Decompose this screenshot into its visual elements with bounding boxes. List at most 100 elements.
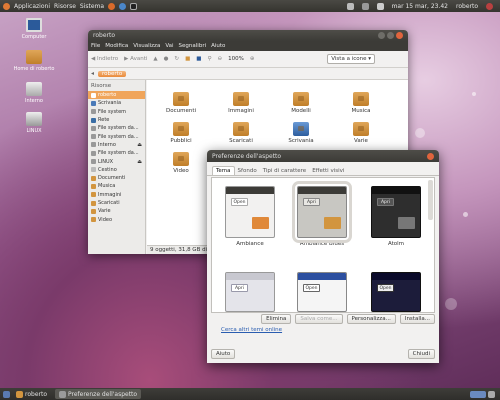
close-button[interactable]: Chiudi (407, 349, 435, 359)
stop-icon[interactable]: ● (164, 56, 169, 62)
panel-user-name[interactable]: roberto (456, 3, 478, 10)
eject-icon[interactable]: ⏏ (137, 159, 142, 165)
folder-icon (16, 390, 23, 398)
sidebar-item-filesystem[interactable]: File system (88, 108, 145, 116)
customize-button[interactable]: Personalizza... (346, 314, 396, 324)
bottom-panel: roberto Preferenze dell'aspetto (0, 388, 500, 400)
desktop-icon-linux[interactable]: LINUX (12, 112, 56, 134)
menu-modifica[interactable]: Modifica (105, 43, 128, 49)
sidebar-item-documenti[interactable]: Documenti (88, 174, 145, 182)
home-icon[interactable]: ■ (185, 56, 190, 62)
file-item-varie[interactable]: Varie (337, 122, 385, 144)
close-icon[interactable] (427, 152, 434, 160)
sidebar-item-fs2[interactable]: File system da... (88, 132, 145, 140)
back-button[interactable]: ◀ Indietro (91, 56, 118, 62)
menu-aiuto[interactable]: Aiuto (211, 43, 225, 49)
zoom-out-icon[interactable]: ⊖ (218, 56, 223, 62)
reload-icon[interactable]: ↻ (174, 56, 179, 62)
file-item-immagini[interactable]: Immagini (217, 92, 265, 114)
sidebar-item-rete[interactable]: Rete (88, 116, 145, 124)
theme-4[interactable]: Apri (220, 272, 280, 315)
menu-sistema[interactable]: Sistema (80, 3, 104, 10)
file-item-documenti[interactable]: Documenti (157, 92, 205, 114)
more-themes-link[interactable]: Cerca altri temi online (221, 327, 282, 333)
help-button[interactable]: Aiuto (211, 349, 236, 359)
file-item-musica[interactable]: Musica (337, 92, 385, 114)
power-icon[interactable] (486, 2, 493, 10)
theme-5[interactable]: Open (292, 272, 352, 315)
sidebar-item-cestino[interactable]: Cestino (88, 166, 145, 174)
volume-icon[interactable] (376, 2, 384, 10)
sidebar-item-musica[interactable]: Musica (88, 182, 145, 190)
folder-icon (233, 92, 249, 106)
menu-segnalibri[interactable]: Segnalibri (179, 43, 207, 49)
toggle-path-icon[interactable]: ◂ (91, 70, 94, 77)
sidebar-item-scrivania[interactable]: Scrivania (88, 99, 145, 107)
sidebar-item-fs1[interactable]: File system da... (88, 124, 145, 132)
clock[interactable]: mar 15 mar, 23.42 (392, 3, 448, 10)
file-item-video[interactable]: Video (157, 152, 205, 174)
places-sidebar: Risorse roberto Scrivania File system Re… (88, 80, 146, 254)
drive-icon (91, 109, 96, 115)
menu-risorse[interactable]: Risorse (54, 3, 76, 10)
window-titlebar[interactable]: roberto (88, 30, 408, 41)
dialog-titlebar[interactable]: Preferenze dell'aspetto (207, 150, 439, 162)
breadcrumb-home[interactable]: roberto (98, 70, 127, 77)
sidebar-item-immagini[interactable]: Immagini (88, 191, 145, 199)
computer-icon[interactable]: ■ (196, 56, 201, 62)
search-icon[interactable]: ⚲ (207, 56, 211, 62)
tab-tema[interactable]: Tema (212, 166, 235, 175)
trash-icon[interactable] (488, 390, 495, 398)
close-icon[interactable] (396, 32, 403, 39)
menu-file[interactable]: File (91, 43, 100, 49)
view-mode-select[interactable]: Vista a icone ▾ (327, 54, 375, 64)
drive-icon (91, 134, 96, 140)
sidebar-item-scaricati[interactable]: Scaricati (88, 199, 145, 207)
up-arrow-icon[interactable]: ▲ (153, 56, 157, 62)
mail-icon[interactable] (361, 2, 369, 10)
menu-applicazioni[interactable]: Applicazioni (14, 3, 50, 10)
theme-ambiance[interactable]: Open Ambiance (220, 186, 280, 247)
desktop-icon-home[interactable]: Home di roberto (12, 50, 56, 72)
file-item-pubblici[interactable]: Pubblici (157, 122, 205, 144)
desktop-folder-icon (293, 122, 309, 136)
maximize-icon[interactable] (387, 32, 394, 39)
sidebar-item-roberto[interactable]: roberto (88, 91, 145, 100)
show-desktop-icon[interactable] (3, 390, 10, 398)
desktop-icon-computer[interactable]: Computer (12, 18, 56, 40)
folder-icon (353, 92, 369, 106)
menu-visualizza[interactable]: Visualizza (133, 43, 160, 49)
taskbar-item-appearance[interactable]: Preferenze dell'aspetto (55, 389, 142, 399)
save-as-button[interactable]: Salva come... (295, 314, 343, 324)
sidebar-item-varie[interactable]: Varie (88, 207, 145, 215)
file-item-scaricati[interactable]: Scaricati (217, 122, 265, 144)
firefox-icon[interactable] (108, 2, 116, 10)
scrollbar[interactable] (428, 180, 433, 220)
install-button[interactable]: Installa... (399, 314, 435, 324)
file-item-scrivania[interactable]: Scrivania (277, 122, 325, 144)
sidebar-item-video[interactable]: Video (88, 215, 145, 223)
sidebar-item-linux[interactable]: LINUX ⏏ (88, 157, 145, 165)
theme-6[interactable]: Open (366, 272, 426, 315)
minimize-icon[interactable] (378, 32, 385, 39)
tab-sfondo[interactable]: Sfondo (235, 167, 260, 175)
file-item-modelli[interactable]: Modelli (277, 92, 325, 114)
theme-ambiance-blues[interactable]: Apri Ambiance Blues (292, 181, 352, 247)
taskbar-item-roberto[interactable]: roberto (12, 389, 51, 399)
workspace-switcher-icon[interactable] (470, 390, 486, 398)
eject-icon[interactable]: ⏏ (137, 142, 142, 148)
desktop-icon-interno[interactable]: Interno (12, 82, 56, 104)
forward-button[interactable]: ▶ Avanti (124, 56, 147, 62)
sidebar-item-fs3[interactable]: File system da... (88, 149, 145, 157)
theme-atolm[interactable]: Apri Atolm (366, 186, 426, 247)
tab-effetti[interactable]: Effetti visivi (309, 167, 347, 175)
tab-caratteri[interactable]: Tipi di carattere (260, 167, 310, 175)
terminal-icon[interactable] (130, 2, 138, 10)
network-icon[interactable] (346, 2, 354, 10)
folder-icon (353, 122, 369, 136)
zoom-in-icon[interactable]: ⊕ (250, 56, 255, 62)
delete-button[interactable]: Elimina (261, 314, 292, 324)
help-icon[interactable] (119, 2, 127, 10)
sidebar-item-interno[interactable]: Interno ⏏ (88, 141, 145, 149)
menu-vai[interactable]: Vai (165, 43, 173, 49)
